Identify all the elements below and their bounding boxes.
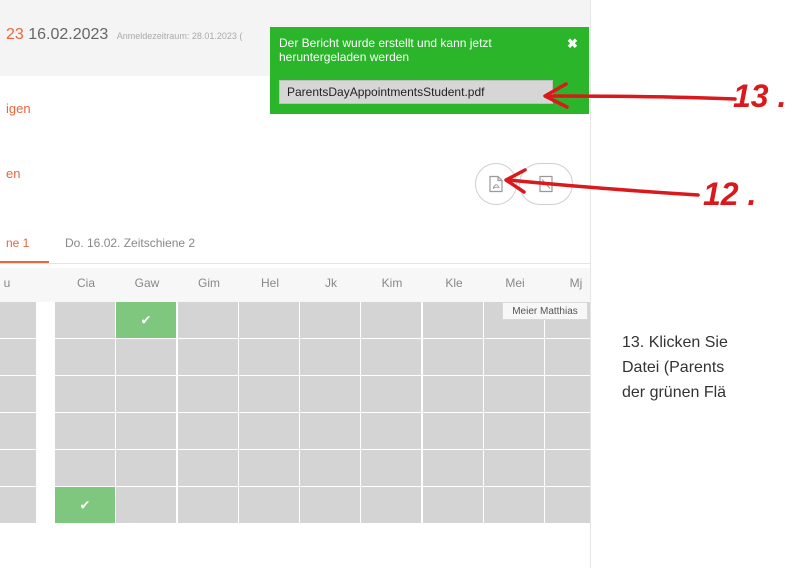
annotation-arrows: [504, 82, 737, 197]
annotation-label-13: 13 .: [733, 78, 787, 114]
arrow-13-shaft: [546, 94, 737, 101]
annotation-label-12: 12 .: [703, 176, 757, 212]
arrow-12-shaft: [506, 178, 700, 197]
